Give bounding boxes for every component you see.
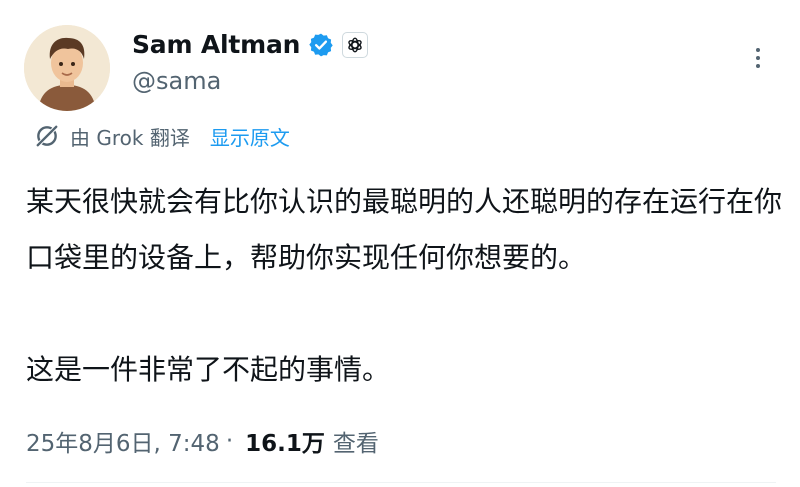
- show-original-link[interactable]: 显示原文: [210, 122, 290, 151]
- more-options-icon[interactable]: [750, 44, 766, 76]
- avatar[interactable]: [24, 25, 110, 111]
- affiliation-badge[interactable]: [342, 31, 369, 58]
- openai-logo-icon: [348, 37, 362, 52]
- author-name-row: Sam Altman: [132, 30, 369, 59]
- views-count: 16.1万: [245, 431, 325, 457]
- meta-separator: ·: [225, 428, 234, 454]
- display-name[interactable]: Sam Altman: [132, 30, 300, 59]
- views-label: 查看: [332, 431, 379, 457]
- translated-by-label: 由 Grok 翻译: [70, 125, 190, 150]
- verified-badge-icon: [309, 33, 333, 56]
- translation-row: 由 Grok 翻译 显示原文: [34, 120, 290, 152]
- avatar-illustration: [24, 25, 110, 111]
- tweet-paragraph-2: 这是一件非常了不起的事情。: [26, 353, 391, 386]
- tweet-paragraph-1: 某天很快就会有比你认识的最聪明的人还聪明的存在运行在你口袋里的设备上，帮助你实现…: [26, 185, 783, 274]
- grok-icon: [35, 124, 59, 148]
- divider: [26, 482, 776, 483]
- tweet-meta: 25年8月6日, 7:48 · 16.1万 查看: [26, 424, 379, 458]
- handle[interactable]: @sama: [132, 67, 221, 95]
- tweet-header: Sam Altman @sama: [0, 0, 800, 120]
- timestamp[interactable]: 25年8月6日, 7:48: [26, 424, 220, 458]
- tweet-body: 某天很快就会有比你认识的最聪明的人还聪明的存在运行在你口袋里的设备上，帮助你实现…: [26, 174, 786, 398]
